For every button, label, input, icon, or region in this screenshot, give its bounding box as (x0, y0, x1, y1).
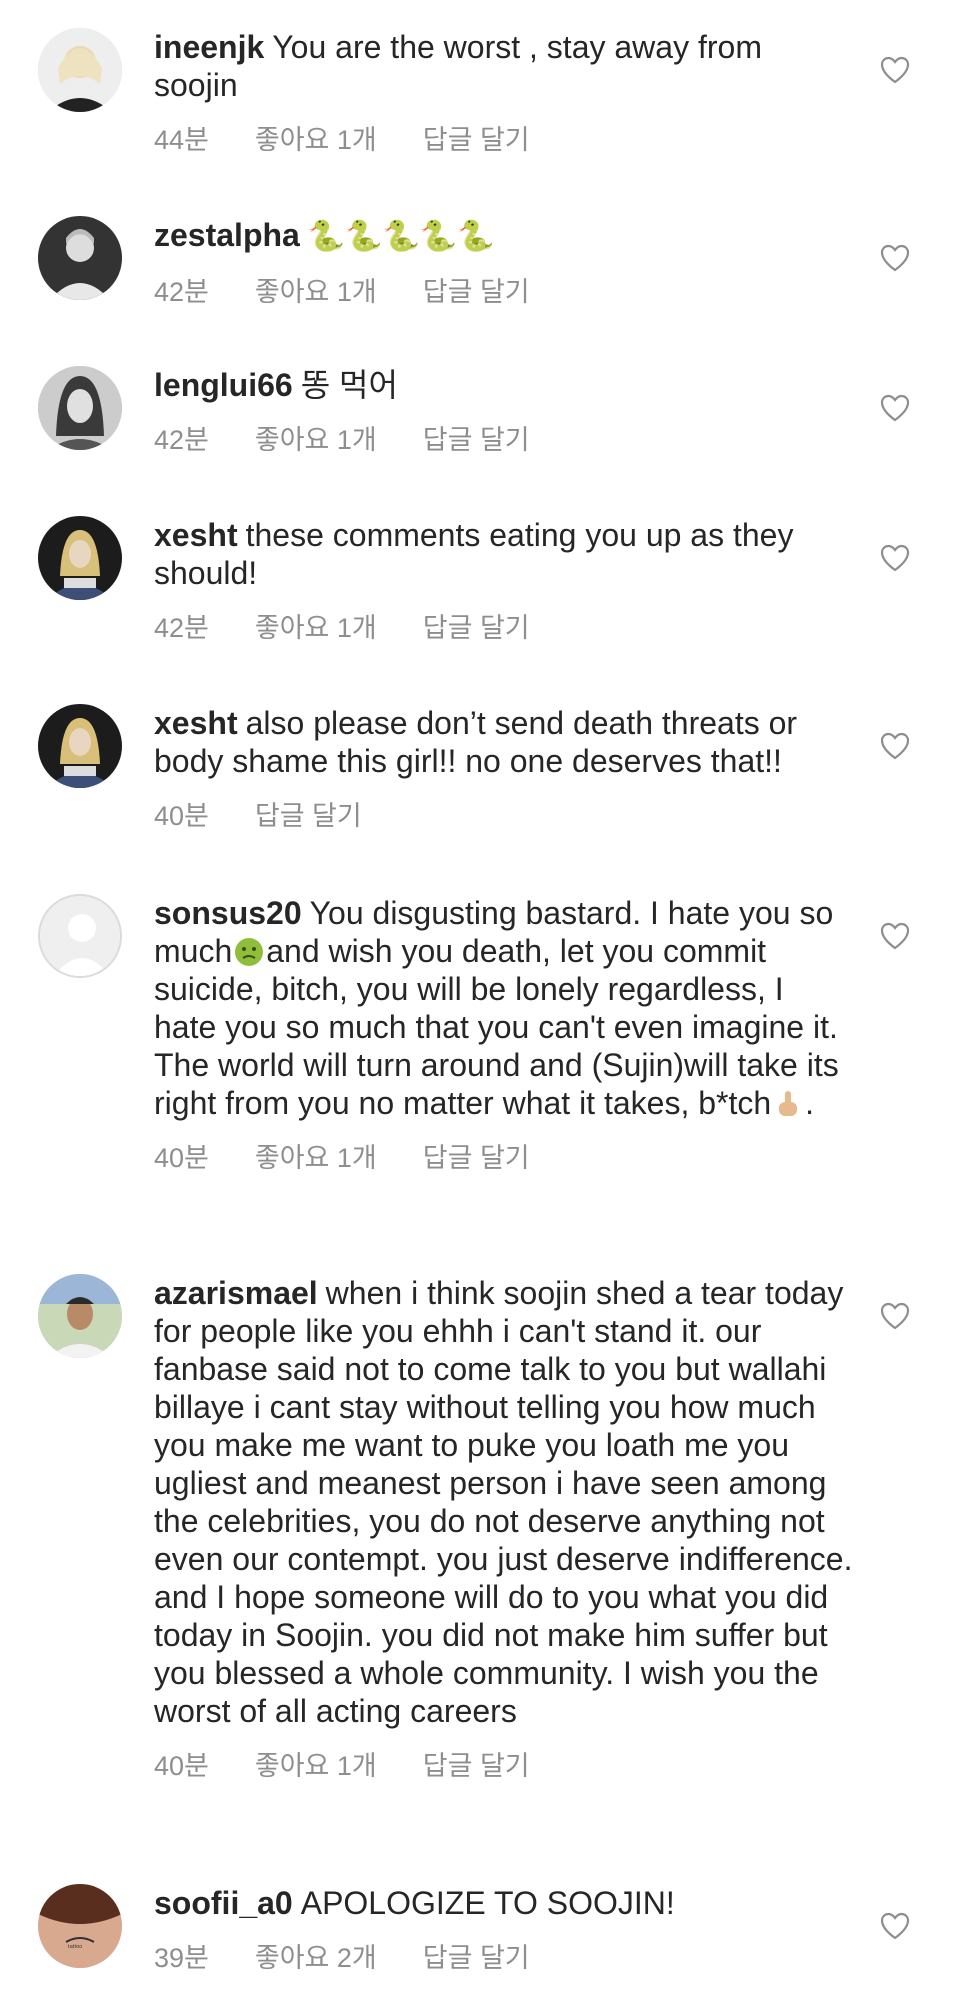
comment-time: 39분 (154, 1943, 209, 1973)
nauseated-face-icon (234, 937, 264, 967)
likes-count[interactable]: 좋아요 1개 (255, 418, 377, 457)
comment-text: azarismael when i think soojin shed a tea… (154, 1275, 853, 1729)
heart-icon[interactable] (880, 56, 910, 84)
username[interactable]: soofii_a0 (154, 1885, 293, 1921)
username[interactable]: azarismael (154, 1275, 318, 1311)
comment-text: xesht these comments eating you up as the… (154, 517, 794, 591)
comment-text: ineenjk You are the worst , stay away fro… (154, 29, 762, 103)
likes-count[interactable]: 좋아요 2개 (255, 1936, 377, 1975)
middle-finger-icon (773, 1089, 803, 1119)
comment-time: 40분 (154, 801, 209, 831)
username[interactable]: sonsus20 (154, 895, 302, 931)
reply-button[interactable]: 답글 달기 (423, 606, 530, 645)
reply-button[interactable]: 답글 달기 (423, 270, 530, 309)
reply-button[interactable]: 답글 달기 (423, 1136, 530, 1175)
avatar[interactable] (38, 894, 122, 978)
comment-text: soofii_a0 APOLOGIZE TO SOOJIN! (154, 1885, 675, 1921)
heart-icon[interactable] (880, 732, 910, 760)
likes-count[interactable]: 좋아요 1개 (255, 606, 377, 645)
comment-text: xesht also please don’t send death threat… (154, 705, 798, 779)
likes-count[interactable]: 좋아요 1개 (255, 270, 377, 309)
likes-count[interactable]: 좋아요 1개 (255, 1136, 377, 1175)
avatar[interactable] (38, 1274, 122, 1358)
comment-text: sonsus20 You disgusting bastard. I hate y… (154, 895, 839, 1121)
heart-icon[interactable] (880, 1912, 910, 1940)
heart-icon[interactable] (880, 544, 910, 572)
svg-text:ᵗᵃᵗᵗᵒᵒ: ᵗᵃᵗᵗᵒᵒ (68, 1943, 82, 1952)
avatar[interactable] (38, 704, 122, 788)
heart-icon[interactable] (880, 394, 910, 422)
username[interactable]: xesht (154, 705, 238, 741)
reply-button[interactable]: 답글 달기 (255, 794, 362, 833)
comment-text: lenglui66 똥 먹어 (154, 367, 398, 403)
heart-icon[interactable] (880, 922, 910, 950)
reply-button[interactable]: 답글 달기 (423, 118, 530, 157)
comment-time: 44분 (154, 125, 209, 155)
comment-text: zestalpha 🐍🐍🐍🐍🐍 (154, 216, 854, 256)
username[interactable]: ineenjk (154, 29, 264, 65)
avatar[interactable]: ᵗᵃᵗᵗᵒᵒ (38, 1884, 122, 1968)
likes-count[interactable]: 좋아요 1개 (255, 1744, 377, 1783)
likes-count[interactable]: 좋아요 1개 (255, 118, 377, 157)
username[interactable]: xesht (154, 517, 238, 553)
comment-time: 40분 (154, 1751, 209, 1781)
reply-button[interactable]: 답글 달기 (423, 418, 530, 457)
avatar[interactable] (38, 28, 122, 112)
avatar[interactable] (38, 216, 122, 300)
avatar[interactable] (38, 516, 122, 600)
avatar[interactable] (38, 366, 122, 450)
comment-time: 42분 (154, 425, 209, 455)
snake-emoji: 🐍🐍🐍🐍🐍 (307, 220, 495, 253)
heart-icon[interactable] (880, 244, 910, 272)
comment-time: 42분 (154, 613, 209, 643)
comment-time: 42분 (154, 277, 209, 307)
comment-time: 40분 (154, 1143, 209, 1173)
username[interactable]: zestalpha (154, 217, 300, 253)
reply-button[interactable]: 답글 달기 (423, 1936, 530, 1975)
reply-button[interactable]: 답글 달기 (423, 1744, 530, 1783)
username[interactable]: lenglui66 (154, 367, 293, 403)
heart-icon[interactable] (880, 1302, 910, 1330)
